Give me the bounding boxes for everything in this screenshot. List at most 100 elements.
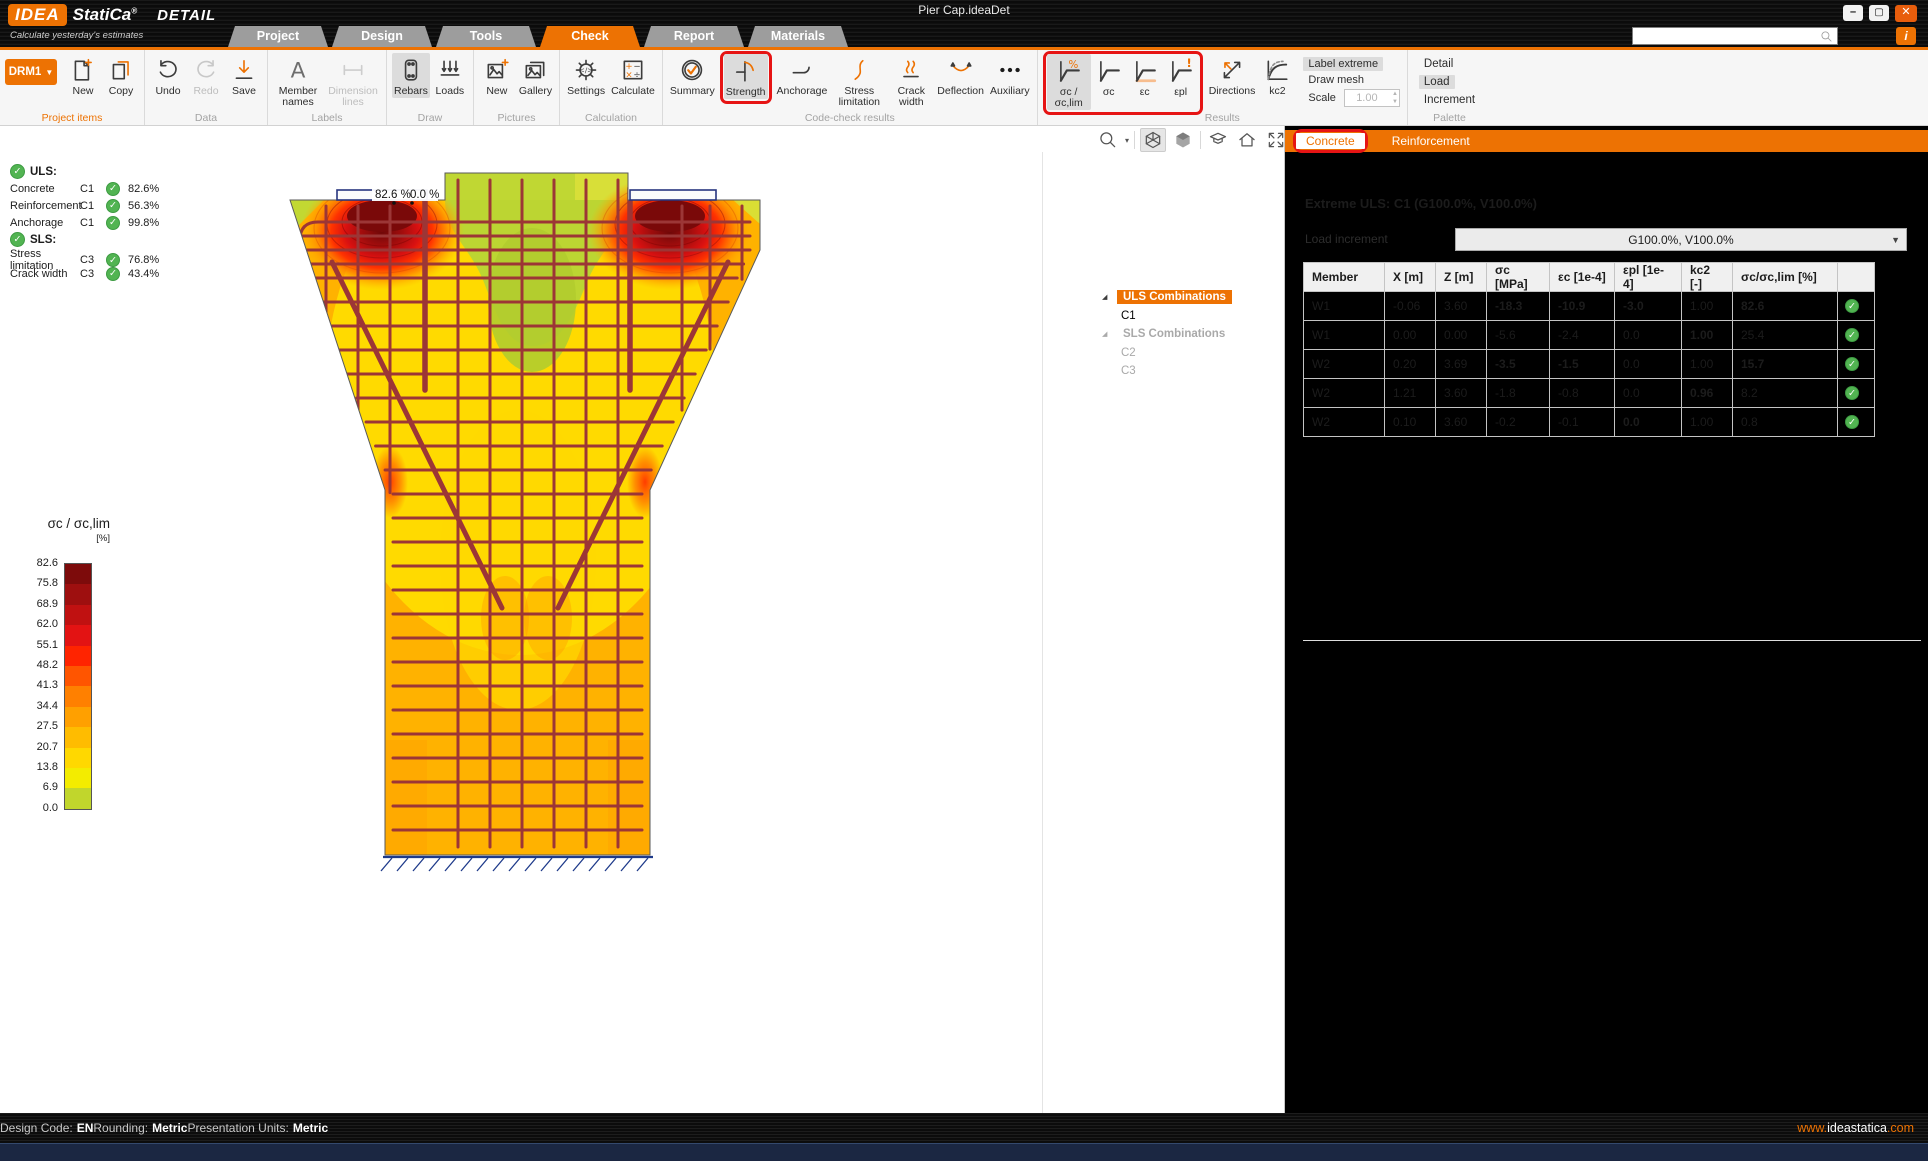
- row-status-cell: ✓: [1838, 379, 1875, 408]
- kc2-button[interactable]: kc2: [1259, 53, 1295, 98]
- tab-tools[interactable]: Tools: [436, 26, 536, 47]
- tree-row[interactable]: ◢SLS Combinations: [1100, 325, 1282, 344]
- statica-logo-text: StatiCa®: [73, 5, 137, 25]
- tree-row[interactable]: ◢ULS Combinations: [1100, 288, 1282, 307]
- table-cell: W1: [1304, 292, 1385, 321]
- table-cell: -3.0: [1615, 292, 1682, 321]
- tree-item-sls-combinations[interactable]: SLS Combinations: [1117, 327, 1231, 341]
- tab-project[interactable]: Project: [228, 26, 328, 47]
- save-button[interactable]: Save: [226, 53, 262, 98]
- column-header: X [m]: [1385, 263, 1436, 292]
- ribbon-group-results: % σc / σc,lim σc εc ! εpl Directio: [1038, 50, 1408, 125]
- gallery-button[interactable]: Gallery: [517, 53, 554, 98]
- table-cell: 0.0: [1615, 350, 1682, 379]
- annotation-box-strength: Strength: [720, 51, 772, 104]
- stress-contours: [274, 125, 776, 865]
- table-cell: W2: [1304, 379, 1385, 408]
- tab-check[interactable]: Check: [540, 26, 640, 47]
- table-cell: 0.0: [1615, 379, 1682, 408]
- sigma-c-button[interactable]: σc: [1091, 54, 1127, 110]
- deflection-button[interactable]: Deflection: [935, 53, 986, 98]
- expander-icon[interactable]: ◢: [1100, 293, 1117, 301]
- maximize-button[interactable]: [1869, 5, 1889, 21]
- close-button[interactable]: [1895, 5, 1917, 22]
- member-names-button[interactable]: A Member names: [273, 53, 323, 109]
- annotation-box-concrete: Concrete: [1293, 129, 1368, 153]
- stress-limitation-icon: [846, 54, 872, 86]
- new-project-item-button[interactable]: New: [65, 53, 101, 98]
- loads-button[interactable]: Loads: [432, 53, 468, 98]
- tree-row[interactable]: C1: [1100, 307, 1282, 326]
- undo-button[interactable]: Undo: [150, 53, 186, 98]
- tree-item-c2[interactable]: C2: [1115, 346, 1142, 360]
- os-taskbar[interactable]: [0, 1143, 1928, 1161]
- load-increment-select[interactable]: G100.0%, V100.0% ▼: [1455, 228, 1907, 251]
- strength-button[interactable]: Strength: [724, 54, 768, 99]
- table-row[interactable]: W1-0.063.60-18.3-10.9-3.01.0082.6✓: [1304, 292, 1875, 321]
- ribbon-group-pictures: New Gallery Pictures: [474, 50, 560, 125]
- project-item-combo[interactable]: DRM1▼: [5, 59, 57, 85]
- row-status-cell: ✓: [1838, 408, 1875, 437]
- anchorage-button[interactable]: Anchorage: [775, 53, 830, 98]
- tree-item-c1[interactable]: C1: [1115, 309, 1142, 323]
- table-row[interactable]: W10.000.00-5.6-2.40.01.0025.4✓: [1304, 321, 1875, 350]
- table-cell: -2.4: [1550, 321, 1615, 350]
- table-cell: 0.00: [1436, 321, 1487, 350]
- tree-item-uls-combinations[interactable]: ULS Combinations: [1117, 290, 1232, 304]
- tab-concrete[interactable]: Concrete: [1296, 133, 1365, 149]
- tab-reinforcement[interactable]: Reinforcement: [1382, 133, 1480, 149]
- tree-item-c3[interactable]: C3: [1115, 364, 1142, 378]
- scale-label: Scale: [1308, 92, 1336, 104]
- expander-icon[interactable]: ◢: [1100, 330, 1117, 338]
- table-cell: 0.10: [1385, 408, 1436, 437]
- group-label-palette: Palette: [1408, 112, 1491, 124]
- copy-button[interactable]: Copy: [103, 53, 139, 98]
- summary-button[interactable]: Summary: [668, 53, 717, 98]
- column-header: kc2 [-]: [1682, 263, 1733, 292]
- sigma-ratio-button[interactable]: % σc / σc,lim: [1047, 54, 1091, 110]
- tab-report[interactable]: Report: [644, 26, 744, 47]
- website-link[interactable]: www.ideastatica.com: [1797, 1121, 1914, 1135]
- load-increment-label: Load increment: [1305, 232, 1388, 246]
- info-button[interactable]: i: [1896, 27, 1916, 45]
- tree-row[interactable]: C3: [1100, 362, 1282, 381]
- auxiliary-button[interactable]: Auxiliary: [988, 53, 1032, 98]
- search-input[interactable]: [1632, 27, 1838, 45]
- tab-design[interactable]: Design: [332, 26, 432, 47]
- stress-limitation-button[interactable]: Stress limitation: [831, 53, 887, 109]
- palette-load-option[interactable]: Load: [1419, 75, 1455, 89]
- table-cell: 1.21: [1385, 379, 1436, 408]
- crack-width-button[interactable]: Crack width: [889, 53, 933, 109]
- palette-increment-option[interactable]: Increment: [1419, 93, 1480, 107]
- new-picture-button[interactable]: New: [479, 53, 515, 98]
- directions-button[interactable]: Directions: [1207, 53, 1258, 98]
- calculate-button[interactable]: +−×÷ Calculate: [609, 53, 657, 98]
- row-status-cell: ✓: [1838, 321, 1875, 350]
- table-cell: -5.6: [1487, 321, 1550, 350]
- spinner-arrows-icon[interactable]: ▲▼: [1392, 90, 1398, 106]
- kc2-icon: [1264, 54, 1290, 86]
- table-row[interactable]: W20.203.69-3.5-1.50.01.0015.7✓: [1304, 350, 1875, 379]
- svg-text:×: ×: [625, 70, 632, 80]
- extreme-heading: Extreme ULS: C1 (G100.0%, V100.0%): [1305, 196, 1537, 211]
- rebars-button[interactable]: Rebars: [392, 53, 430, 98]
- label-extreme-toggle[interactable]: Label extreme: [1303, 57, 1383, 71]
- redo-button: Redo: [188, 53, 224, 98]
- column-header: Member: [1304, 263, 1385, 292]
- tree-row[interactable]: C2: [1100, 344, 1282, 363]
- table-cell: -0.8: [1550, 379, 1615, 408]
- palette-detail-option[interactable]: Detail: [1419, 57, 1480, 71]
- table-cell: -18.3: [1487, 292, 1550, 321]
- minimize-button[interactable]: [1843, 5, 1863, 21]
- settings-button[interactable]: </> Settings: [565, 53, 607, 98]
- eps-c-button[interactable]: εc: [1127, 54, 1163, 110]
- eps-pl-button[interactable]: ! εpl: [1163, 54, 1199, 110]
- sigma-c-icon: [1096, 55, 1122, 87]
- draw-mesh-toggle[interactable]: Draw mesh: [1303, 74, 1400, 86]
- gallery-icon: [522, 54, 548, 86]
- table-row[interactable]: W20.103.60-0.2-0.10.01.000.8✓: [1304, 408, 1875, 437]
- table-row[interactable]: W21.213.60-1.8-0.80.00.968.2✓: [1304, 379, 1875, 408]
- tab-materials[interactable]: Materials: [748, 26, 848, 47]
- scale-input[interactable]: 1.00 ▲▼: [1344, 89, 1400, 107]
- deflection-icon: [948, 54, 974, 86]
